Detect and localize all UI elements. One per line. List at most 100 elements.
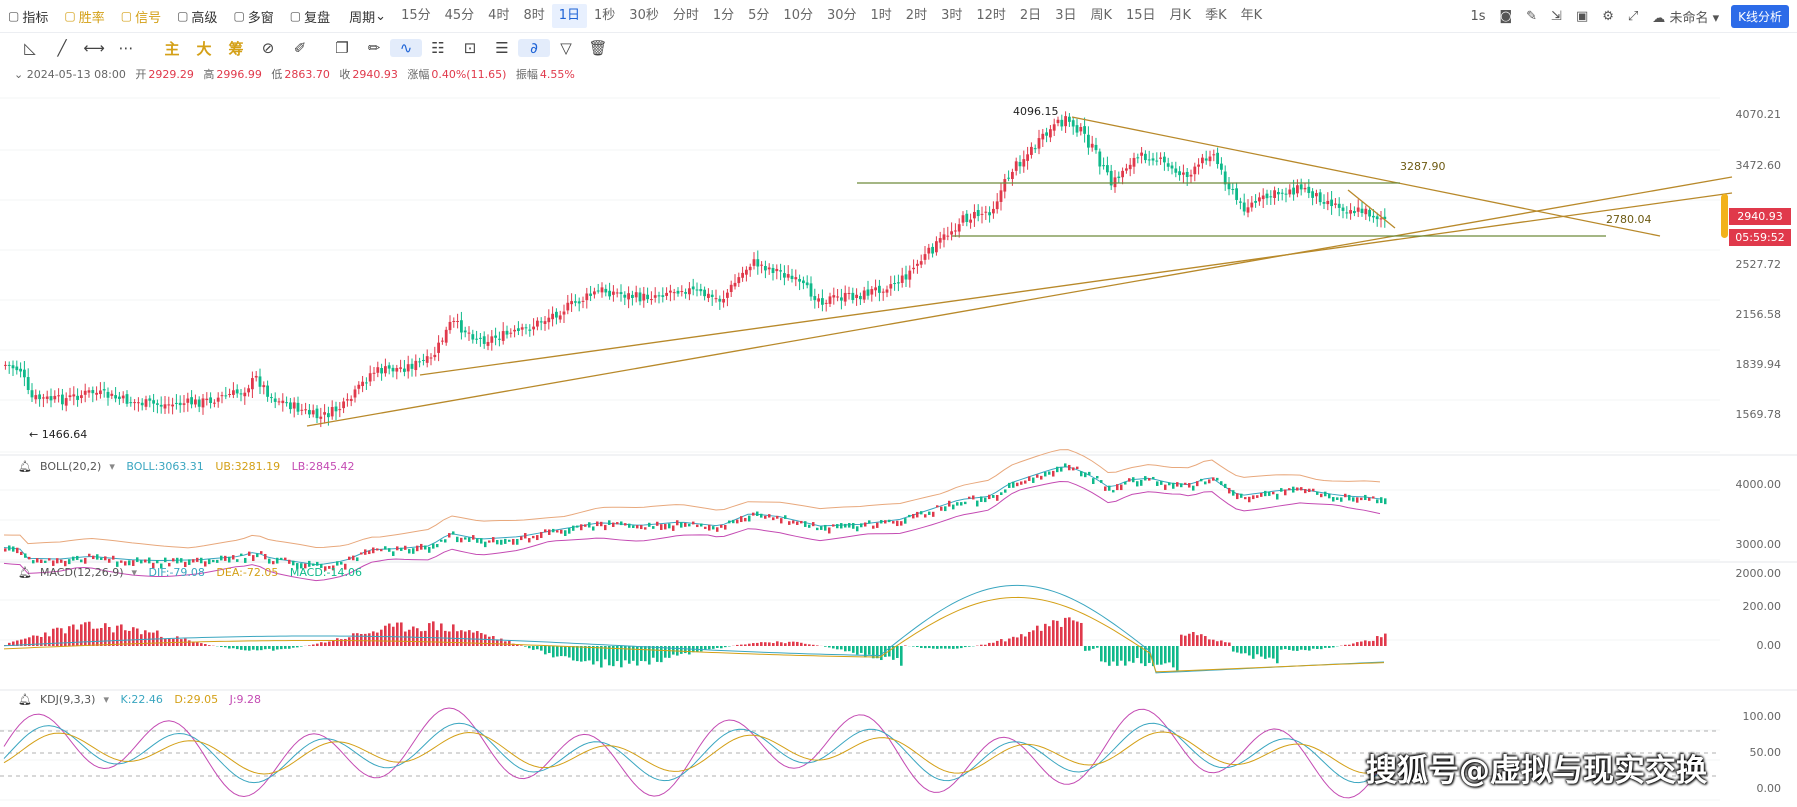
period-tab[interactable]: 年K [1234, 0, 1270, 32]
bell-icon[interactable]: 🔔︎ [18, 460, 32, 473]
toolbar-item-2[interactable]: ▢ 信号 [113, 0, 169, 32]
macd-histogram-bar [704, 646, 707, 650]
edit-list-icon[interactable]: ☰ [486, 39, 518, 57]
macd-histogram-bar [344, 638, 347, 646]
candle-body [775, 268, 779, 272]
period-tab[interactable]: 1分 [706, 0, 741, 32]
candle-body [551, 313, 554, 320]
kline-analysis-button[interactable]: K线分析 [1731, 4, 1789, 28]
toolbar-item-0[interactable]: ▢ 指标 [0, 0, 56, 32]
candle-body [672, 292, 676, 294]
bell-icon[interactable]: 🔔︎ [18, 693, 32, 706]
period-tab[interactable]: 12时 [969, 0, 1013, 32]
period-tab[interactable]: 8时 [516, 0, 551, 32]
boll-candle [1256, 495, 1259, 498]
period-tab[interactable]: 2日 [1013, 0, 1048, 32]
boll-name: BOLL(20,2) [39, 460, 102, 473]
interval-select[interactable]: 1s [1470, 9, 1485, 24]
save-icon[interactable]: ▣ [1576, 9, 1588, 24]
big-order-tool[interactable]: 大 [188, 38, 220, 59]
candle-body [726, 292, 729, 298]
macd-histogram-bar [296, 646, 299, 648]
period-tab[interactable]: 30分 [820, 0, 864, 32]
filter-icon[interactable]: ▽ [550, 39, 582, 57]
toolbar-item-label: 信号 [135, 10, 162, 26]
period-tab[interactable]: 3时 [934, 0, 969, 32]
main-force-tool[interactable]: 主 [156, 38, 188, 59]
toolbar-item-4[interactable]: ▢ 多窗 [225, 0, 281, 32]
lock-icon[interactable]: ⊡ [454, 39, 486, 57]
candle-body [1330, 199, 1333, 207]
boll-candle [376, 548, 379, 551]
fullscreen-icon[interactable]: ⤢ [1628, 9, 1638, 24]
link-icon[interactable]: ∂ [518, 39, 550, 57]
period-tab[interactable]: 1日 [551, 4, 588, 28]
period-tab[interactable]: 2时 [899, 0, 934, 32]
trash-icon[interactable]: 🗑 [582, 39, 614, 57]
period-tab[interactable]: 1秒 [587, 0, 622, 32]
boll-candle [1144, 476, 1147, 481]
camera-icon[interactable]: ◙ [1500, 9, 1513, 24]
period-tab[interactable]: 45分 [438, 0, 482, 32]
chip-tool[interactable]: 筹 [220, 38, 252, 59]
period-tab[interactable]: 10分 [776, 0, 820, 32]
boll-candle [360, 552, 363, 555]
candle-body [1322, 202, 1326, 204]
alert-handle-icon[interactable] [1721, 194, 1728, 238]
toolbar-item-1[interactable]: ▢ 胜率 [56, 0, 112, 32]
period-tab[interactable]: 3日 [1048, 0, 1083, 32]
boll-candle [336, 561, 339, 566]
candle-body [1182, 172, 1185, 175]
bell-icon[interactable]: 🔔︎ [18, 566, 32, 579]
settings-icon[interactable]: ⚙ [1602, 9, 1614, 24]
period-tab[interactable]: 分时 [666, 0, 706, 32]
draw-mode-icon[interactable]: ∿ [390, 39, 422, 57]
bars-icon[interactable]: ☷ [422, 39, 454, 57]
line-tool-icon[interactable]: ╱ [46, 39, 78, 57]
macd-histogram-bar [192, 641, 195, 646]
collapse-icon[interactable]: ⌄ [14, 68, 23, 81]
period-tab[interactable]: 1时 [864, 0, 899, 32]
candle-body [144, 399, 148, 407]
pen-icon[interactable]: ✎ [1526, 9, 1537, 24]
period-tab[interactable]: 5分 [741, 0, 776, 32]
macd-histogram-bar [1272, 646, 1275, 659]
toolbar-item-6[interactable]: 周期 ⌄ [338, 0, 394, 32]
ruler-icon[interactable]: ✏ [358, 39, 390, 57]
resistance-annotation: 3287.90 [1400, 160, 1446, 173]
macd-histogram-bar [1312, 646, 1315, 649]
candle-body [862, 290, 866, 300]
kline-chart[interactable] [0, 0, 1797, 807]
period-tab[interactable]: 周K [1083, 0, 1119, 32]
boll-candle [696, 524, 699, 528]
chevron-down-icon[interactable]: ▾ [109, 460, 115, 473]
brush-icon[interactable]: ✐ [284, 39, 316, 57]
candle-body [680, 291, 684, 293]
hline-tool-icon[interactable]: ⟷ [78, 39, 110, 57]
layout-select[interactable]: ☁ 未命名 ▾ [1652, 7, 1719, 26]
period-tab[interactable]: 月K [1163, 0, 1199, 32]
export-icon[interactable]: ⇲ [1551, 9, 1562, 24]
macd-histogram-bar [340, 639, 343, 646]
price-axis-label: 1569.78 [1735, 408, 1782, 421]
boll-axis-label: 2000.00 [1735, 567, 1782, 580]
boll-candle [764, 515, 767, 519]
toolbar-item-5[interactable]: ▢ 复盘 [282, 0, 338, 32]
magnet-icon[interactable]: ⊘ [252, 39, 284, 57]
copy-icon[interactable]: ❐ [326, 39, 358, 57]
period-tab[interactable]: 15日 [1119, 0, 1163, 32]
period-tab[interactable]: 4时 [481, 0, 516, 32]
period-tab[interactable]: 15分 [394, 0, 438, 32]
chevron-down-icon[interactable]: ▾ [103, 693, 109, 706]
period-tab[interactable]: 30秒 [622, 0, 666, 32]
macd-histogram-bar [240, 646, 243, 650]
boll-candle [756, 511, 759, 516]
boll-candle [856, 526, 859, 532]
macd-histogram-bar [1292, 646, 1295, 651]
chevron-down-icon[interactable]: ▾ [132, 566, 138, 579]
candle-body [243, 392, 247, 397]
toolbar-item-3[interactable]: ▢ 高级 [169, 0, 225, 32]
ray-tool-icon[interactable]: ◺ [14, 39, 46, 57]
period-tab[interactable]: 季K [1198, 0, 1234, 32]
more-tools-icon[interactable]: ⋯ [110, 39, 142, 57]
